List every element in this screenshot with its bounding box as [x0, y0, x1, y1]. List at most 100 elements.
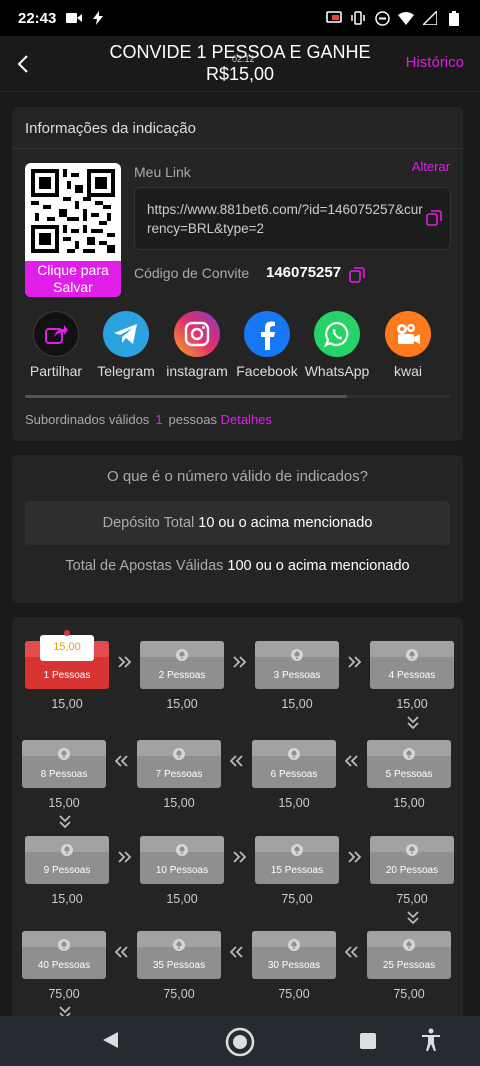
chevrons-down-icon	[58, 815, 72, 834]
share-item-share[interactable]: Partilhar	[16, 311, 96, 379]
share-item-instagram[interactable]: instagram	[157, 311, 237, 379]
chevrons-right-icon	[232, 848, 247, 869]
reward-label: 15 Pessoas	[270, 865, 324, 876]
signal-icon	[422, 10, 438, 26]
qr-code	[31, 169, 115, 253]
reward-amount: 15,00	[163, 796, 195, 810]
share-item-kwai[interactable]: kwai	[368, 311, 448, 379]
chevrons-left-icon	[229, 943, 244, 964]
spade-icon	[406, 649, 418, 661]
nav-recents-icon[interactable]	[359, 1032, 377, 1055]
deposit-label: Depósito Total	[102, 515, 195, 531]
kwai-icon	[385, 311, 431, 357]
whatsapp-icon	[314, 311, 360, 357]
reward-envelope[interactable]: 35 Pessoas	[137, 931, 221, 979]
reward-envelope[interactable]: 15 Pessoas	[255, 836, 339, 884]
reward-label: 30 Pessoas	[267, 960, 321, 971]
share-label: Partilhar	[29, 363, 83, 379]
nav-back-icon[interactable]	[100, 1030, 120, 1055]
reward-envelope[interactable]: 2 Pessoas	[140, 641, 224, 689]
reward-label: 35 Pessoas	[152, 960, 206, 971]
history-link[interactable]: Histórico	[406, 54, 464, 71]
reward-envelope[interactable]: 6 Pessoas	[252, 740, 336, 788]
referral-link-text: https://www.881bet6.com/?id=146075257&cu…	[147, 202, 423, 236]
share-item-whatsapp[interactable]: WhatsApp	[297, 311, 377, 379]
my-link-label: Meu Link	[134, 164, 191, 180]
share-item-telegram[interactable]: Telegram	[86, 311, 166, 379]
reward-label: 6 Pessoas	[270, 769, 318, 780]
reward-amount: 15,00	[278, 796, 310, 810]
reward-envelope[interactable]: 9 Pessoas	[25, 836, 109, 884]
chevrons-left-icon	[114, 752, 129, 773]
reward-envelope[interactable]: 30 Pessoas	[252, 931, 336, 979]
reward-label: 40 Pessoas	[37, 960, 91, 971]
reward-envelope[interactable]: 7 Pessoas	[137, 740, 221, 788]
reward-card-value: 15,00	[40, 635, 94, 661]
telegram-icon	[103, 311, 149, 357]
valid-referral-rules-card: O que é o número válido de indicados? De…	[12, 455, 463, 603]
reward-envelope[interactable]: 20 Pessoas	[370, 836, 454, 884]
reward-ladder-card: 15,00 1 Pessoas 15,00 2 Pessoas 15,00 3 Pesso…	[12, 617, 463, 1037]
reward-envelope[interactable]: 4 Pessoas	[370, 641, 454, 689]
details-link[interactable]: Detalhes	[221, 412, 272, 427]
share-scrollbar[interactable]	[25, 395, 451, 398]
share-item-facebook[interactable]: Facebook	[227, 311, 307, 379]
subordinates-count: 1	[155, 412, 163, 427]
reward-label: 7 Pessoas	[155, 769, 203, 780]
copy-code-icon[interactable]	[349, 267, 365, 288]
valid-referral-question: O que é o número válido de indicados?	[106, 468, 368, 485]
kwai-label: kwai	[393, 363, 422, 379]
deposit-requirement: Depósito Total 10 ou o acima mencionado	[25, 501, 450, 545]
share-icon	[33, 311, 79, 357]
invite-code: 146075257	[266, 264, 342, 281]
copy-icon[interactable]	[426, 210, 442, 231]
overlay-time: 02:12	[232, 54, 255, 64]
reward-label: 8 Pessoas	[40, 769, 88, 780]
save-qr-button[interactable]: Clique para Salvar	[25, 261, 121, 297]
share-scrollbar-thumb[interactable]	[25, 395, 347, 398]
reward-label: 2 Pessoas	[158, 670, 206, 681]
whatsapp-label: WhatsApp	[304, 363, 370, 379]
qr-code-card[interactable]: Clique para Salvar	[25, 163, 121, 297]
video-camera-icon	[66, 10, 83, 26]
reward-amount: 15,00	[166, 697, 198, 711]
reward-amount: 75,00	[48, 987, 80, 1001]
reward-amount: 15,00	[51, 892, 83, 906]
chevrons-right-icon	[232, 653, 247, 674]
reward-envelope[interactable]: 40 Pessoas	[22, 931, 106, 979]
wifi-icon	[398, 10, 414, 26]
reward-amount: 75,00	[278, 987, 310, 1001]
spade-icon	[173, 748, 185, 760]
chevrons-right-icon	[117, 653, 132, 674]
reward-amount: 75,00	[396, 892, 428, 906]
chevrons-right-icon	[347, 653, 362, 674]
spade-icon	[288, 748, 300, 760]
reward-envelope[interactable]: 25 Pessoas	[367, 931, 451, 979]
instagram-label: instagram	[166, 363, 228, 379]
cast-icon	[326, 10, 342, 26]
reward-amount: 15,00	[48, 796, 80, 810]
reward-dot	[64, 630, 70, 636]
reward-amount: 15,00	[51, 697, 83, 711]
referral-link-box[interactable]: https://www.881bet6.com/?id=146075257&cu…	[134, 187, 451, 250]
reward-amount: 15,00	[396, 697, 428, 711]
chevrons-right-icon	[117, 848, 132, 869]
share-targets-row: Partilhar Telegram instagram Facebook Wh…	[22, 311, 452, 391]
nav-home-icon[interactable]	[225, 1027, 255, 1062]
change-link-button[interactable]: Alterar	[412, 159, 450, 174]
reward-label: 25 Pessoas	[382, 960, 436, 971]
reward-envelope[interactable]: 8 Pessoas	[22, 740, 106, 788]
reward-envelope[interactable]: 3 Pessoas	[255, 641, 339, 689]
reward-envelope[interactable]: 5 Pessoas	[367, 740, 451, 788]
do-not-disturb-icon	[374, 10, 390, 26]
chevrons-left-icon	[229, 752, 244, 773]
telegram-label: Telegram	[97, 363, 155, 379]
reward-label: 1 Pessoas	[43, 670, 91, 681]
spade-icon	[406, 844, 418, 856]
reward-envelope[interactable]: 10 Pessoas	[140, 836, 224, 884]
system-nav-bar	[0, 1016, 480, 1066]
reward-envelope[interactable]: 15,00 1 Pessoas	[25, 630, 109, 689]
spade-icon	[173, 939, 185, 951]
accessibility-icon[interactable]	[421, 1028, 441, 1057]
chevrons-left-icon	[344, 752, 359, 773]
